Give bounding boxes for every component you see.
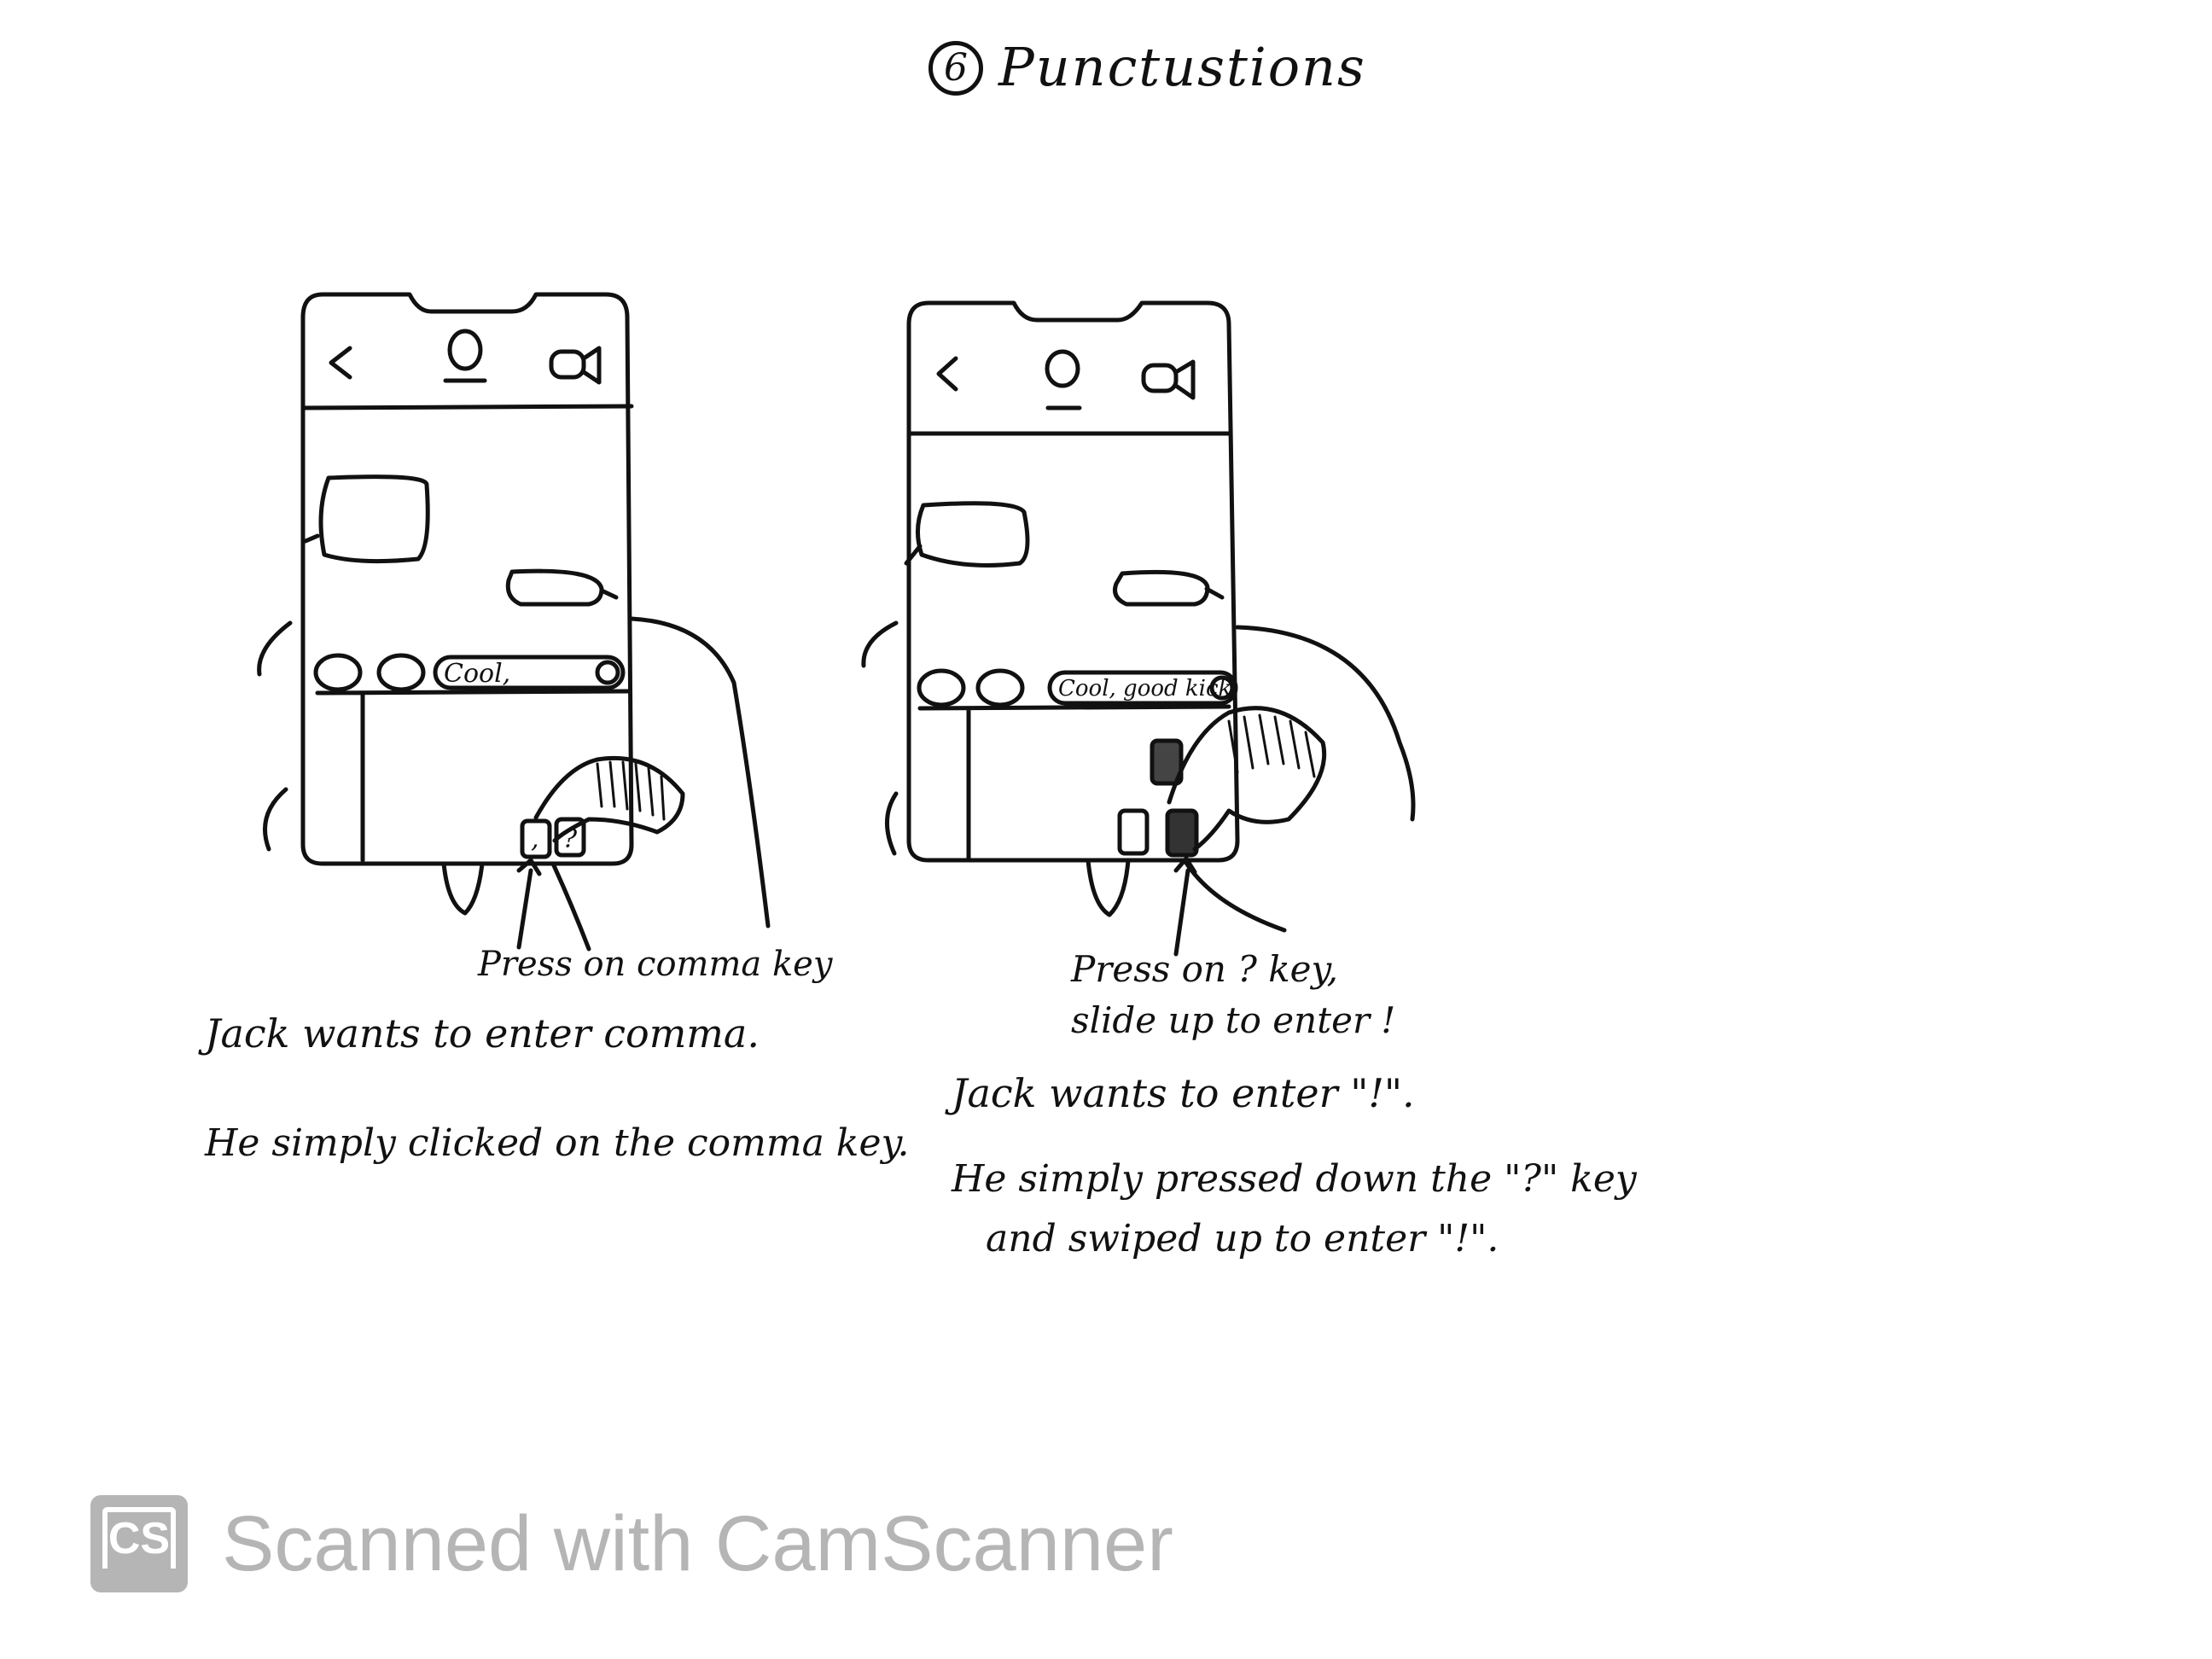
left-send-icon bbox=[595, 660, 620, 685]
left-input-icon-2 bbox=[376, 653, 426, 692]
camscanner-logo-text: CS bbox=[102, 1507, 176, 1569]
right-hand-outline bbox=[861, 620, 1416, 917]
left-comma-key-label: , bbox=[531, 824, 539, 854]
right-question-key bbox=[1117, 808, 1150, 856]
right-sent-bubble bbox=[1113, 569, 1210, 607]
left-back-icon bbox=[329, 346, 352, 380]
right-annotation-arrow bbox=[1173, 856, 1287, 957]
right-phone bbox=[861, 300, 1416, 957]
left-keyboard-area bbox=[315, 689, 631, 863]
left-input-icon-1 bbox=[313, 653, 363, 692]
left-avatar-icon bbox=[447, 329, 483, 371]
right-annotation-line-2: slide up to enter ! bbox=[1071, 999, 1396, 1041]
right-phone-body bbox=[906, 300, 1240, 863]
right-caption-line-3: and swiped up to enter "!". bbox=[986, 1217, 1499, 1260]
left-received-bubble bbox=[318, 474, 430, 564]
left-caption-line-2: He simply clicked on the comma key. bbox=[205, 1121, 910, 1165]
right-avatar-icon bbox=[1045, 349, 1080, 388]
camscanner-logo-icon: CS bbox=[90, 1495, 188, 1592]
watermark-text: Scanned with CamScanner bbox=[222, 1499, 1173, 1587]
sketch-drawing bbox=[257, 292, 1416, 957]
right-video-icon bbox=[1141, 363, 1179, 393]
left-question-key-label: ? bbox=[563, 824, 578, 854]
right-back-icon bbox=[936, 356, 958, 392]
right-exclaim-key bbox=[1165, 808, 1199, 858]
left-text-field-value: Cool, bbox=[444, 659, 511, 689]
right-input-icon-2 bbox=[975, 668, 1025, 707]
left-sent-bubble bbox=[505, 568, 604, 607]
right-caption-line-2: He simply pressed down the "?" key bbox=[952, 1157, 1637, 1201]
left-caption-line-1: Jack wants to enter comma. bbox=[205, 1010, 760, 1057]
right-received-bubble bbox=[916, 501, 1030, 568]
left-annotation: Press on comma key bbox=[478, 945, 833, 984]
camscanner-watermark: CS Scanned with CamScanner bbox=[90, 1495, 1173, 1592]
left-video-icon bbox=[549, 349, 586, 380]
right-text-field-value: Cool, good kick bbox=[1058, 676, 1232, 701]
right-annotation-line-1: Press on ? key, bbox=[1071, 948, 1339, 990]
left-phone bbox=[257, 292, 771, 952]
left-header-divider bbox=[300, 404, 634, 410]
left-annotation-arrow bbox=[516, 858, 542, 950]
right-input-icon-1 bbox=[917, 668, 966, 707]
scanned-sketch-page: 6 Punctustions Cool, , ? Cool, good kick… bbox=[0, 0, 2212, 1659]
left-hand-outline bbox=[257, 616, 771, 928]
right-caption-line-1: Jack wants to enter "!". bbox=[952, 1070, 1415, 1116]
